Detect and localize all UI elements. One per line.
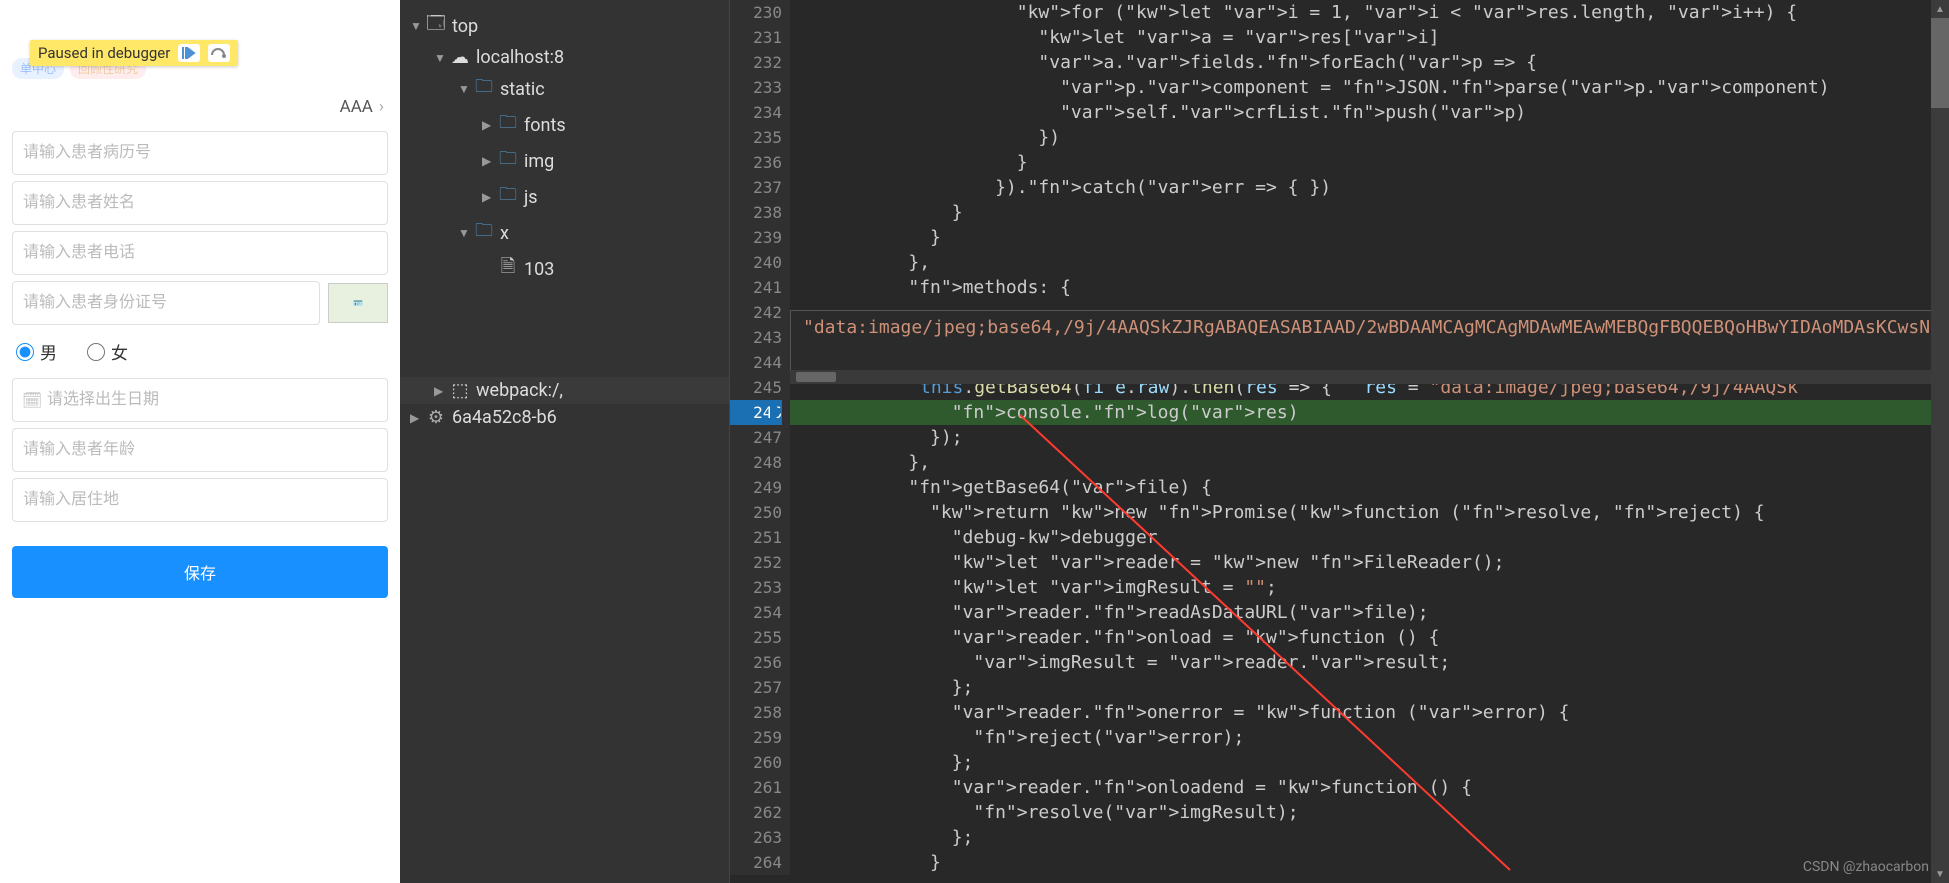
- patient-address-input[interactable]: [12, 478, 388, 522]
- tree-img[interactable]: ▶🗀img: [400, 143, 729, 179]
- tree-file-103[interactable]: 🗎103: [400, 251, 729, 287]
- tree-js[interactable]: ▶🗀js: [400, 179, 729, 215]
- tooltip-text: "data:image/jpeg;base64,/9j/4AAQSkZJRgAB…: [803, 317, 1949, 338]
- tree-hash[interactable]: ▶⚙6a4a52c8-b6: [400, 404, 729, 431]
- tree-fonts[interactable]: ▶🗀fonts: [400, 107, 729, 143]
- gender-radio-group: 男 女: [12, 331, 388, 372]
- tree-static[interactable]: ▼🗀static: [400, 71, 729, 107]
- vertical-scrollbar[interactable]: ▲ ▼: [1931, 0, 1949, 883]
- tooltip-scroll-thumb[interactable]: [796, 372, 836, 382]
- tree-webpack[interactable]: ▶⬚webpack:/,: [400, 377, 729, 404]
- watermark: CSDN @zhaocarbon: [1803, 859, 1929, 875]
- patient-id-input[interactable]: [12, 281, 320, 325]
- code-content: "kw">for ("kw">let "var">i = 1, "var">i …: [790, 0, 1949, 875]
- tree-localhost[interactable]: ▼☁localhost:8: [400, 44, 729, 71]
- paused-in-debugger-badge: Paused in debugger: [30, 40, 238, 66]
- patient-phone-input[interactable]: [12, 231, 388, 275]
- save-button[interactable]: 保存: [12, 546, 388, 598]
- scroll-thumb[interactable]: [1931, 18, 1949, 108]
- line-gutter: 2302312322332342352362372382392402412422…: [730, 0, 790, 875]
- header-title: AAA: [340, 97, 373, 117]
- app-form-panel: 单中心 回顾性研究 AAA › 🪪 男 女 🗓 保存: [0, 0, 400, 883]
- patient-age-input[interactable]: [12, 428, 388, 472]
- id-card-thumbnail[interactable]: 🪪: [328, 283, 388, 323]
- sources-tree: ▼🗔top ▼☁localhost:8 ▼🗀static ▶🗀fonts ▶🗀i…: [400, 0, 730, 883]
- value-tooltip: "data:image/jpeg;base64,/9j/4AAQSkZJRgAB…: [790, 310, 1949, 375]
- tree-x[interactable]: ▼🗀x: [400, 215, 729, 251]
- scroll-down-icon[interactable]: ▼: [1931, 865, 1949, 883]
- tooltip-scrollbar[interactable]: [790, 370, 1949, 384]
- scroll-up-icon[interactable]: ▲: [1931, 0, 1949, 18]
- step-over-icon[interactable]: [208, 44, 230, 62]
- patient-record-input[interactable]: [12, 131, 388, 175]
- birthdate-input[interactable]: [12, 378, 388, 422]
- tree-top[interactable]: ▼🗔top: [400, 8, 729, 44]
- chevron-right-icon: ›: [379, 97, 384, 117]
- code-editor[interactable]: 2302312322332342352362372382392402412422…: [730, 0, 1949, 883]
- radio-female[interactable]: 女: [87, 339, 128, 364]
- calendar-icon: 🗓: [22, 391, 42, 410]
- devtools-panel: ▼🗔top ▼☁localhost:8 ▼🗀static ▶🗀fonts ▶🗀i…: [400, 0, 1949, 883]
- header-row[interactable]: AAA ›: [12, 89, 388, 125]
- radio-male[interactable]: 男: [16, 339, 57, 364]
- patient-name-input[interactable]: [12, 181, 388, 225]
- resume-icon[interactable]: [178, 44, 200, 62]
- debugger-label: Paused in debugger: [38, 44, 170, 62]
